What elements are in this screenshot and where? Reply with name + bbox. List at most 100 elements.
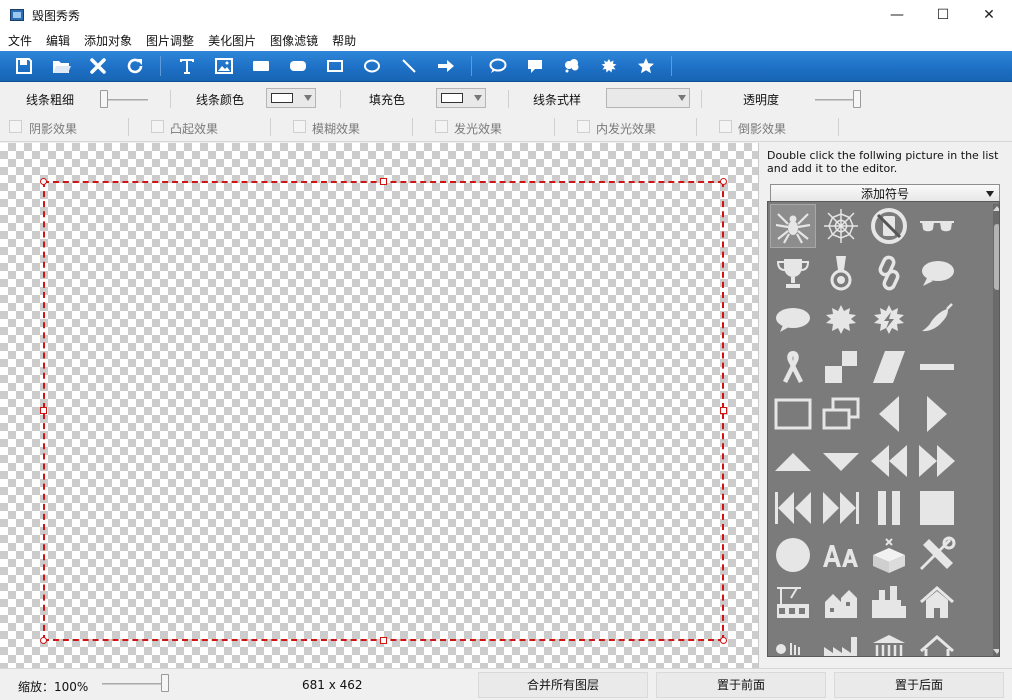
symbol-skip-back[interactable] xyxy=(770,486,816,530)
thought-cloud-tool[interactable] xyxy=(558,52,586,80)
open-button[interactable] xyxy=(47,52,75,80)
symbol-speech-bubble[interactable] xyxy=(914,251,960,295)
save-button[interactable] xyxy=(10,52,38,80)
symbol-dots[interactable] xyxy=(770,627,816,656)
line-width-slider[interactable] xyxy=(102,99,148,101)
symbol-parallelogram[interactable] xyxy=(866,345,912,389)
symbol-rewind[interactable] xyxy=(866,439,912,483)
symbol-spider-web[interactable] xyxy=(818,204,864,248)
shadow-effect-checkbox[interactable] xyxy=(9,120,22,133)
symbol-medal[interactable] xyxy=(818,251,864,295)
minimize-button[interactable]: — xyxy=(874,0,920,30)
maximize-button[interactable]: ☐ xyxy=(920,0,966,30)
close-button[interactable]: ✕ xyxy=(966,0,1012,30)
symbol-factory[interactable] xyxy=(818,627,864,656)
text-tool[interactable] xyxy=(173,52,201,80)
delete-button[interactable] xyxy=(84,52,112,80)
symbol-tools[interactable] xyxy=(914,533,960,577)
star-tool[interactable] xyxy=(632,52,660,80)
symbol-sunglasses[interactable] xyxy=(914,204,960,248)
line-color-picker[interactable] xyxy=(266,88,316,108)
opacity-slider-thumb[interactable] xyxy=(853,90,861,108)
speech-bubble-tool[interactable] xyxy=(484,52,512,80)
symbol-home[interactable] xyxy=(914,627,960,656)
callout-tool[interactable] xyxy=(521,52,549,80)
symbol-chain-link[interactable] xyxy=(866,251,912,295)
symbol-checker-squares[interactable] xyxy=(818,345,864,389)
scroll-down-icon[interactable] xyxy=(993,649,999,654)
gallery-scrollbar[interactable] xyxy=(993,204,999,656)
symbol-skip-forward[interactable] xyxy=(818,486,864,530)
symbol-temple[interactable] xyxy=(866,627,912,656)
symbol-triangle-left[interactable] xyxy=(866,392,912,436)
resize-handle-top-left[interactable] xyxy=(40,178,47,185)
resize-handle-bottom-left[interactable] xyxy=(40,637,47,644)
symbol-stop[interactable] xyxy=(914,486,960,530)
resize-handle-bottom[interactable] xyxy=(380,637,387,644)
symbol-triangle-up[interactable] xyxy=(770,439,816,483)
symbol-lightning-burst[interactable] xyxy=(866,298,912,342)
rectangle-tool[interactable] xyxy=(247,52,275,80)
menu-beautify[interactable]: 美化图片 xyxy=(201,32,263,49)
blur-effect-checkbox[interactable] xyxy=(293,120,306,133)
editor-canvas[interactable] xyxy=(0,143,758,668)
dropdown-arrow-icon xyxy=(474,95,482,101)
symbol-rectangle[interactable] xyxy=(770,392,816,436)
symbol-dash[interactable] xyxy=(914,345,960,389)
symbol-burst[interactable] xyxy=(818,298,864,342)
symbol-town[interactable] xyxy=(818,580,864,624)
symbol-house[interactable] xyxy=(914,580,960,624)
symbol-fast-forward[interactable] xyxy=(914,439,960,483)
symbol-gallery[interactable] xyxy=(767,201,1000,657)
menu-help[interactable]: 帮助 xyxy=(325,32,363,49)
send-to-back-button[interactable]: 置于后面 xyxy=(834,672,1004,698)
resize-handle-top-right[interactable] xyxy=(720,178,727,185)
symbol-spider[interactable] xyxy=(770,204,816,248)
inner-glow-effect-checkbox[interactable] xyxy=(577,120,590,133)
line-style-select[interactable] xyxy=(606,88,690,108)
symbol-box[interactable] xyxy=(866,533,912,577)
symbol-double-rectangle[interactable] xyxy=(818,392,864,436)
resize-handle-left[interactable] xyxy=(40,407,47,414)
arrow-tool[interactable] xyxy=(432,52,460,80)
scroll-up-icon[interactable] xyxy=(993,206,999,211)
zoom-slider-thumb[interactable] xyxy=(161,674,169,692)
selection-box[interactable] xyxy=(43,181,724,641)
rounded-rectangle-tool[interactable] xyxy=(284,52,312,80)
reflection-effect-checkbox[interactable] xyxy=(719,120,732,133)
symbol-oval-bubble[interactable] xyxy=(770,298,816,342)
symbol-triangle-down[interactable] xyxy=(818,439,864,483)
menu-add-object[interactable]: 添加对象 xyxy=(77,32,139,49)
resize-handle-top[interactable] xyxy=(380,178,387,185)
symbol-no-phone[interactable] xyxy=(866,204,912,248)
symbol-chili-pepper[interactable] xyxy=(914,298,960,342)
resize-handle-bottom-right[interactable] xyxy=(720,637,727,644)
zoom-slider[interactable] xyxy=(102,683,168,685)
symbol-trophy[interactable] xyxy=(770,251,816,295)
burst-tool[interactable] xyxy=(595,52,623,80)
symbol-construction[interactable] xyxy=(770,580,816,624)
fill-color-picker[interactable] xyxy=(436,88,486,108)
menu-edit[interactable]: 编辑 xyxy=(39,32,77,49)
menu-file[interactable]: 文件 xyxy=(0,32,39,49)
emboss-effect-checkbox[interactable] xyxy=(151,120,164,133)
symbol-pause[interactable] xyxy=(866,486,912,530)
menu-filters[interactable]: 图像滤镜 xyxy=(263,32,325,49)
bring-to-front-button[interactable]: 置于前面 xyxy=(656,672,826,698)
symbol-triangle-right[interactable] xyxy=(914,392,960,436)
line-width-slider-thumb[interactable] xyxy=(100,90,108,108)
line-tool[interactable] xyxy=(395,52,423,80)
merge-layers-button[interactable]: 合并所有图层 xyxy=(478,672,648,698)
menu-image-adjust[interactable]: 图片调整 xyxy=(139,32,201,49)
symbol-circle[interactable] xyxy=(770,533,816,577)
symbol-font-size[interactable] xyxy=(818,533,864,577)
resize-handle-right[interactable] xyxy=(720,407,727,414)
symbol-ribbon[interactable] xyxy=(770,345,816,389)
glow-effect-checkbox[interactable] xyxy=(435,120,448,133)
scroll-thumb[interactable] xyxy=(994,224,999,290)
rectangle-outline-tool[interactable] xyxy=(321,52,349,80)
refresh-button[interactable] xyxy=(121,52,149,80)
image-tool[interactable] xyxy=(210,52,238,80)
ellipse-tool[interactable] xyxy=(358,52,386,80)
symbol-city[interactable] xyxy=(866,580,912,624)
